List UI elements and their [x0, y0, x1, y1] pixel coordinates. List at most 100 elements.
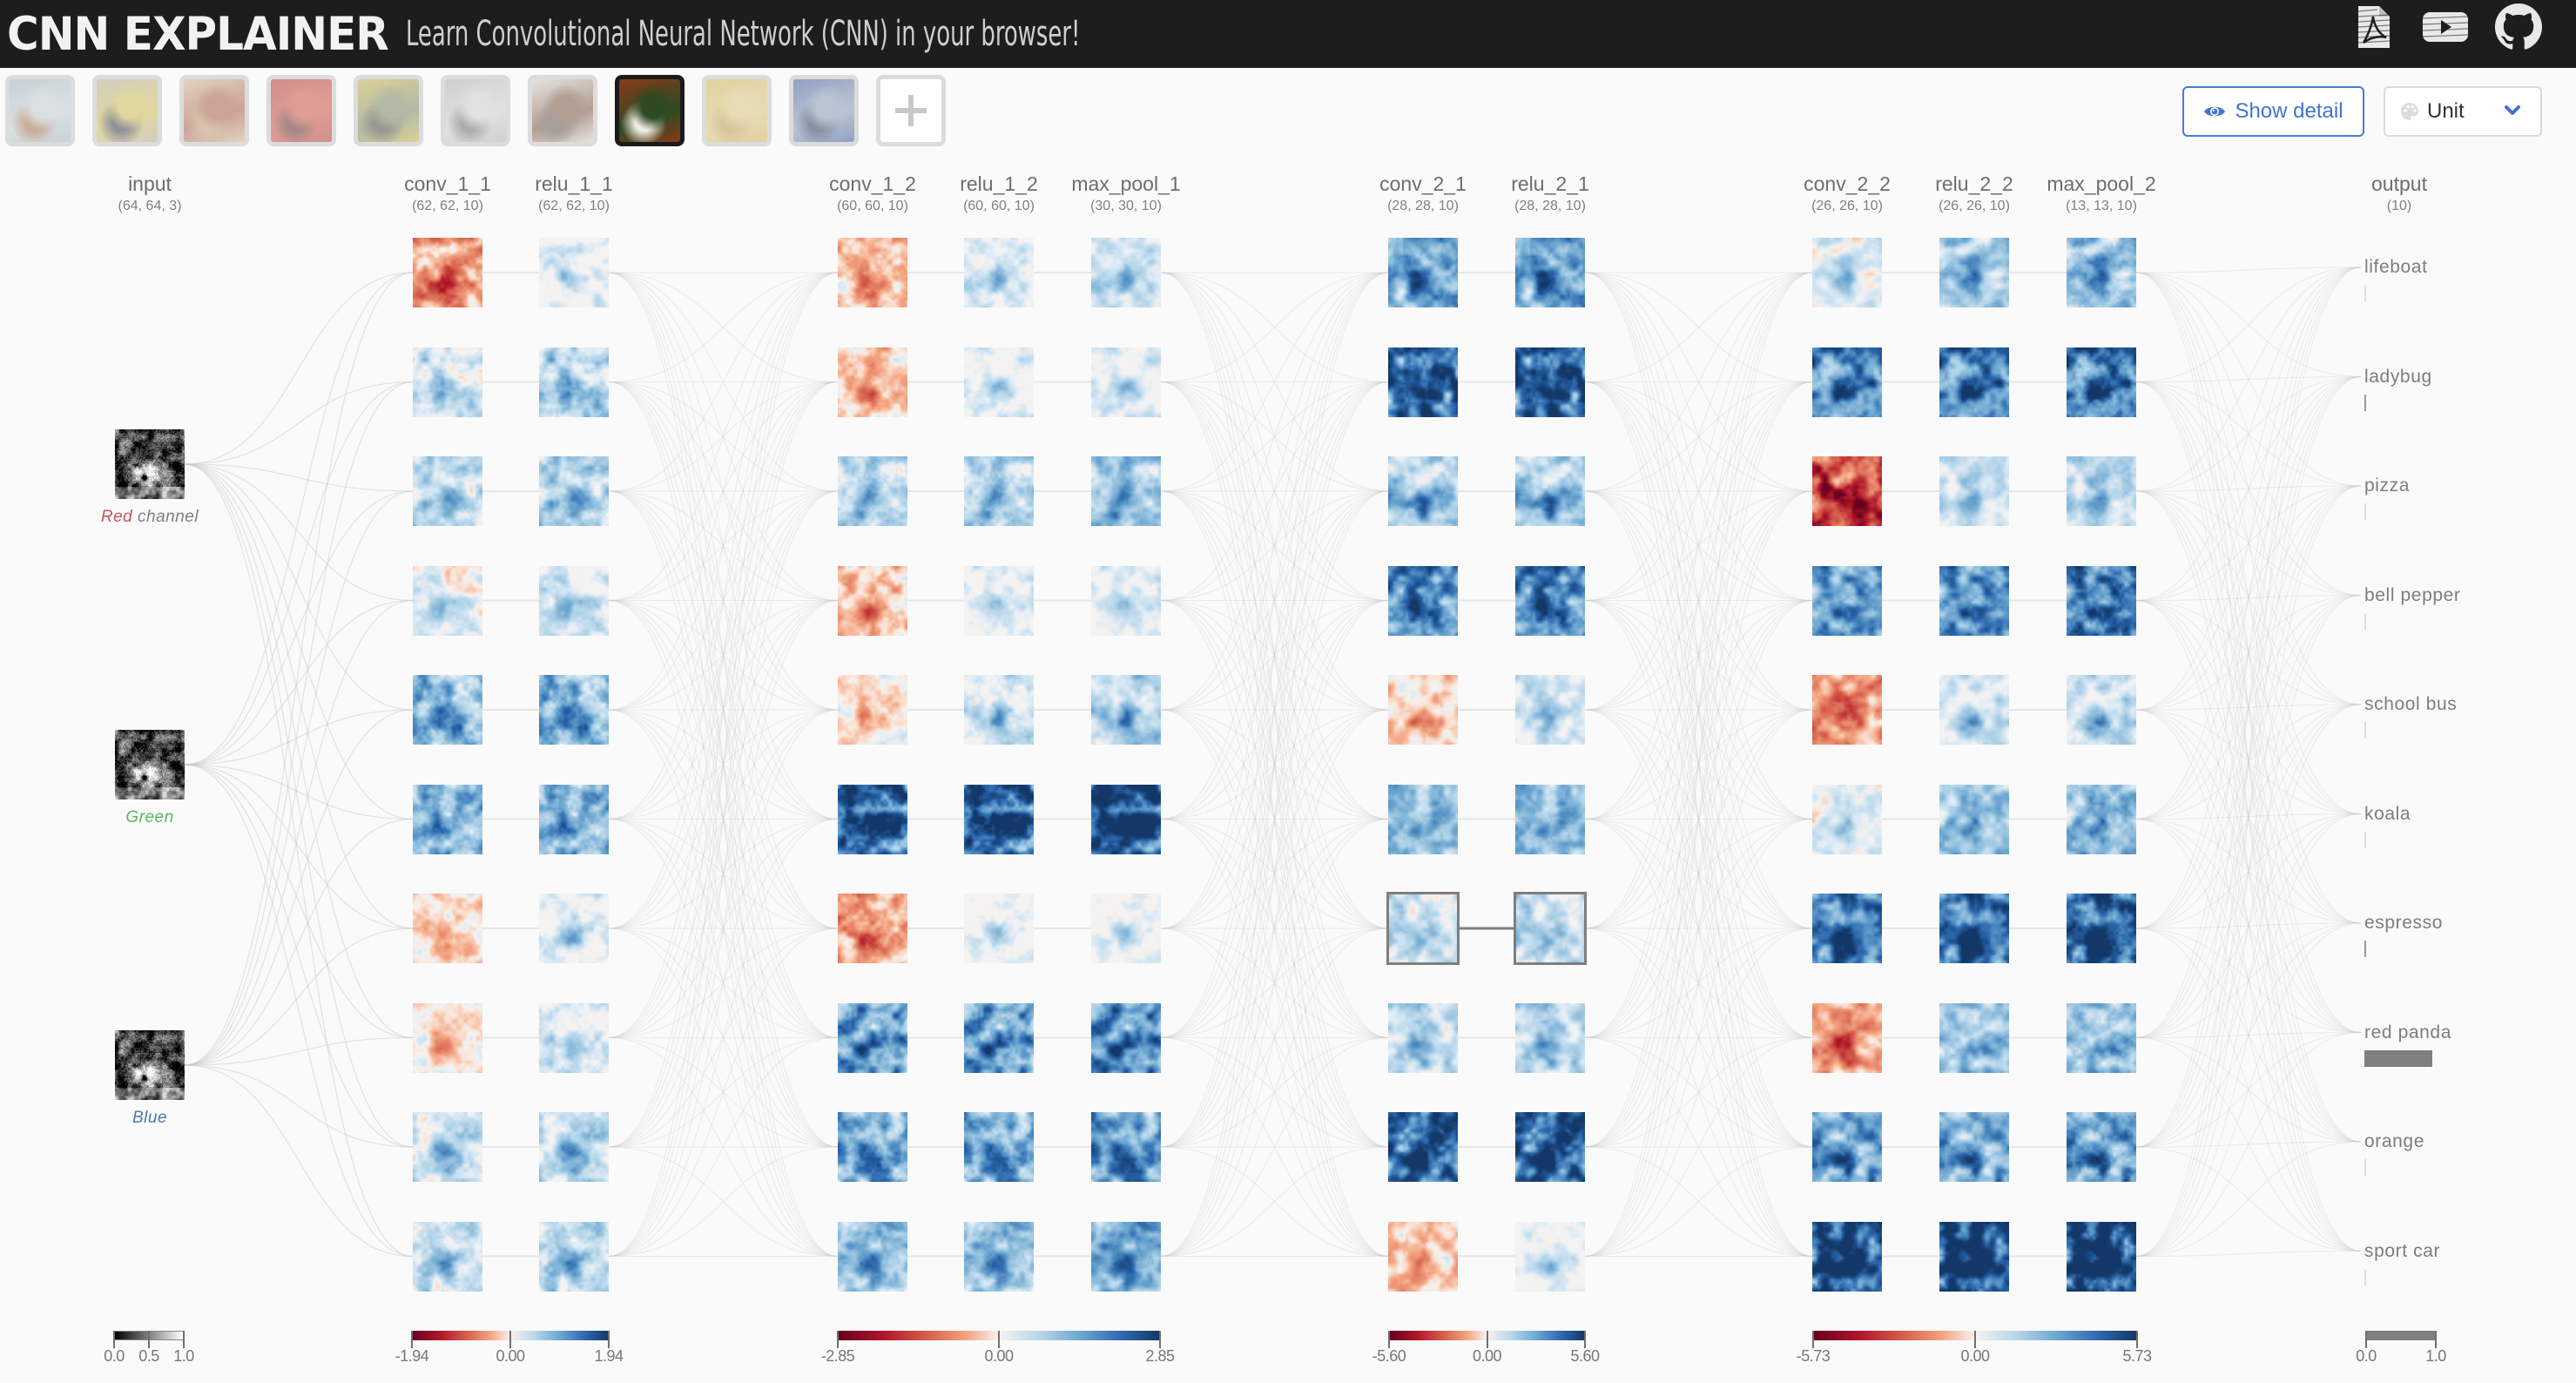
- feature-map-node[interactable]: [1091, 784, 1161, 854]
- output-class-label[interactable]: espresso: [2364, 913, 2443, 934]
- feature-map-node[interactable]: [1515, 456, 1585, 526]
- feature-map-node[interactable]: [1388, 456, 1458, 526]
- feature-map-node[interactable]: [1091, 675, 1161, 745]
- feature-map-node[interactable]: [964, 1112, 1034, 1182]
- feature-map-node[interactable]: [539, 784, 609, 854]
- feature-map-node[interactable]: [2067, 456, 2136, 526]
- input-channel-node[interactable]: [115, 429, 185, 499]
- input-channel-node[interactable]: [115, 1030, 185, 1100]
- feature-map-node[interactable]: [1939, 456, 2009, 526]
- feature-map-node[interactable]: [1515, 238, 1585, 307]
- feature-map-node[interactable]: [1939, 238, 2009, 307]
- feature-map-node[interactable]: [1939, 565, 2009, 636]
- output-class-label[interactable]: sport car: [2364, 1241, 2440, 1262]
- feature-map-node[interactable]: [964, 565, 1034, 636]
- feature-map-node[interactable]: [1812, 1112, 1882, 1182]
- feature-map-node[interactable]: [1388, 565, 1458, 636]
- feature-map-node[interactable]: [413, 1112, 482, 1182]
- feature-map-node[interactable]: [2067, 1112, 2136, 1182]
- feature-map-node[interactable]: [413, 894, 482, 963]
- feature-map-node[interactable]: [1939, 1221, 2009, 1292]
- feature-map-node[interactable]: [1091, 1002, 1161, 1073]
- feature-map-node[interactable]: [1812, 784, 1882, 854]
- feature-map-node[interactable]: [413, 1002, 482, 1073]
- feature-map-node[interactable]: [539, 238, 609, 307]
- feature-map-node[interactable]: [413, 784, 482, 854]
- input-channel-node[interactable]: [115, 730, 185, 799]
- feature-map-node[interactable]: [413, 565, 482, 636]
- feature-map-node[interactable]: [838, 1221, 907, 1292]
- feature-map-node[interactable]: [1091, 238, 1161, 307]
- feature-map-node[interactable]: [539, 456, 609, 526]
- feature-map-node[interactable]: [838, 238, 907, 307]
- output-class-label[interactable]: lifeboat: [2364, 257, 2428, 278]
- feature-map-node[interactable]: [964, 675, 1034, 745]
- feature-map-node[interactable]: [2067, 894, 2136, 963]
- feature-map-node[interactable]: [1091, 347, 1161, 417]
- feature-map-node[interactable]: [1091, 1112, 1161, 1182]
- feature-map-node[interactable]: [1939, 1002, 2009, 1073]
- feature-map-node[interactable]: [539, 565, 609, 636]
- feature-map-node[interactable]: [1091, 565, 1161, 636]
- feature-map-node[interactable]: [964, 238, 1034, 307]
- feature-map-node[interactable]: [1091, 1221, 1161, 1292]
- feature-map-node[interactable]: [2067, 238, 2136, 307]
- feature-map-node[interactable]: [1388, 347, 1458, 417]
- output-class-label[interactable]: red panda: [2364, 1022, 2451, 1043]
- feature-map-node[interactable]: [964, 784, 1034, 854]
- feature-map-node[interactable]: [539, 894, 609, 963]
- feature-map-node[interactable]: [539, 347, 609, 417]
- feature-map-node[interactable]: [1515, 894, 1585, 963]
- feature-map-node[interactable]: [1515, 1112, 1585, 1182]
- feature-map-node[interactable]: [838, 1112, 907, 1182]
- feature-map-node[interactable]: [1939, 347, 2009, 417]
- feature-map-node[interactable]: [964, 347, 1034, 417]
- feature-map-node[interactable]: [539, 1112, 609, 1182]
- feature-map-node[interactable]: [413, 675, 482, 745]
- output-class-label[interactable]: school bus: [2364, 694, 2457, 715]
- output-class-label[interactable]: pizza: [2364, 476, 2410, 496]
- feature-map-node[interactable]: [838, 675, 907, 745]
- feature-map-node[interactable]: [1939, 675, 2009, 745]
- feature-map-node[interactable]: [1939, 784, 2009, 854]
- output-class-label[interactable]: bell pepper: [2364, 585, 2461, 606]
- feature-map-node[interactable]: [1091, 456, 1161, 526]
- feature-map-node[interactable]: [1388, 1221, 1458, 1292]
- feature-map-node[interactable]: [1812, 1002, 1882, 1073]
- output-class-label[interactable]: koala: [2364, 804, 2411, 825]
- feature-map-node[interactable]: [838, 894, 907, 963]
- feature-map-node[interactable]: [413, 347, 482, 417]
- feature-map-node[interactable]: [1388, 1002, 1458, 1073]
- feature-map-node[interactable]: [539, 1221, 609, 1292]
- feature-map-node[interactable]: [1515, 1002, 1585, 1073]
- feature-map-node[interactable]: [1812, 347, 1882, 417]
- feature-map-node[interactable]: [1812, 675, 1882, 745]
- output-class-label[interactable]: ladybug: [2364, 367, 2432, 388]
- feature-map-node[interactable]: [2067, 565, 2136, 636]
- feature-map-node[interactable]: [838, 565, 907, 636]
- feature-map-node[interactable]: [1515, 347, 1585, 417]
- feature-map-node[interactable]: [413, 238, 482, 307]
- feature-map-node[interactable]: [2067, 1221, 2136, 1292]
- feature-map-node[interactable]: [964, 1221, 1034, 1292]
- output-class-label[interactable]: orange: [2364, 1131, 2424, 1152]
- feature-map-node[interactable]: [1388, 238, 1458, 307]
- feature-map-node[interactable]: [838, 1002, 907, 1073]
- feature-map-node[interactable]: [1939, 1112, 2009, 1182]
- feature-map-node[interactable]: [1515, 565, 1585, 636]
- feature-map-node[interactable]: [964, 456, 1034, 526]
- feature-map-node[interactable]: [838, 456, 907, 526]
- feature-map-node[interactable]: [1812, 238, 1882, 307]
- feature-map-node[interactable]: [1388, 894, 1458, 963]
- feature-map-node[interactable]: [1812, 1221, 1882, 1292]
- feature-map-node[interactable]: [1812, 894, 1882, 963]
- feature-map-node[interactable]: [1515, 1221, 1585, 1292]
- feature-map-node[interactable]: [2067, 784, 2136, 854]
- feature-map-node[interactable]: [964, 894, 1034, 963]
- feature-map-node[interactable]: [2067, 1002, 2136, 1073]
- feature-map-node[interactable]: [1812, 456, 1882, 526]
- feature-map-node[interactable]: [1515, 784, 1585, 854]
- feature-map-node[interactable]: [1812, 565, 1882, 636]
- feature-map-node[interactable]: [413, 1221, 482, 1292]
- feature-map-node[interactable]: [1939, 894, 2009, 963]
